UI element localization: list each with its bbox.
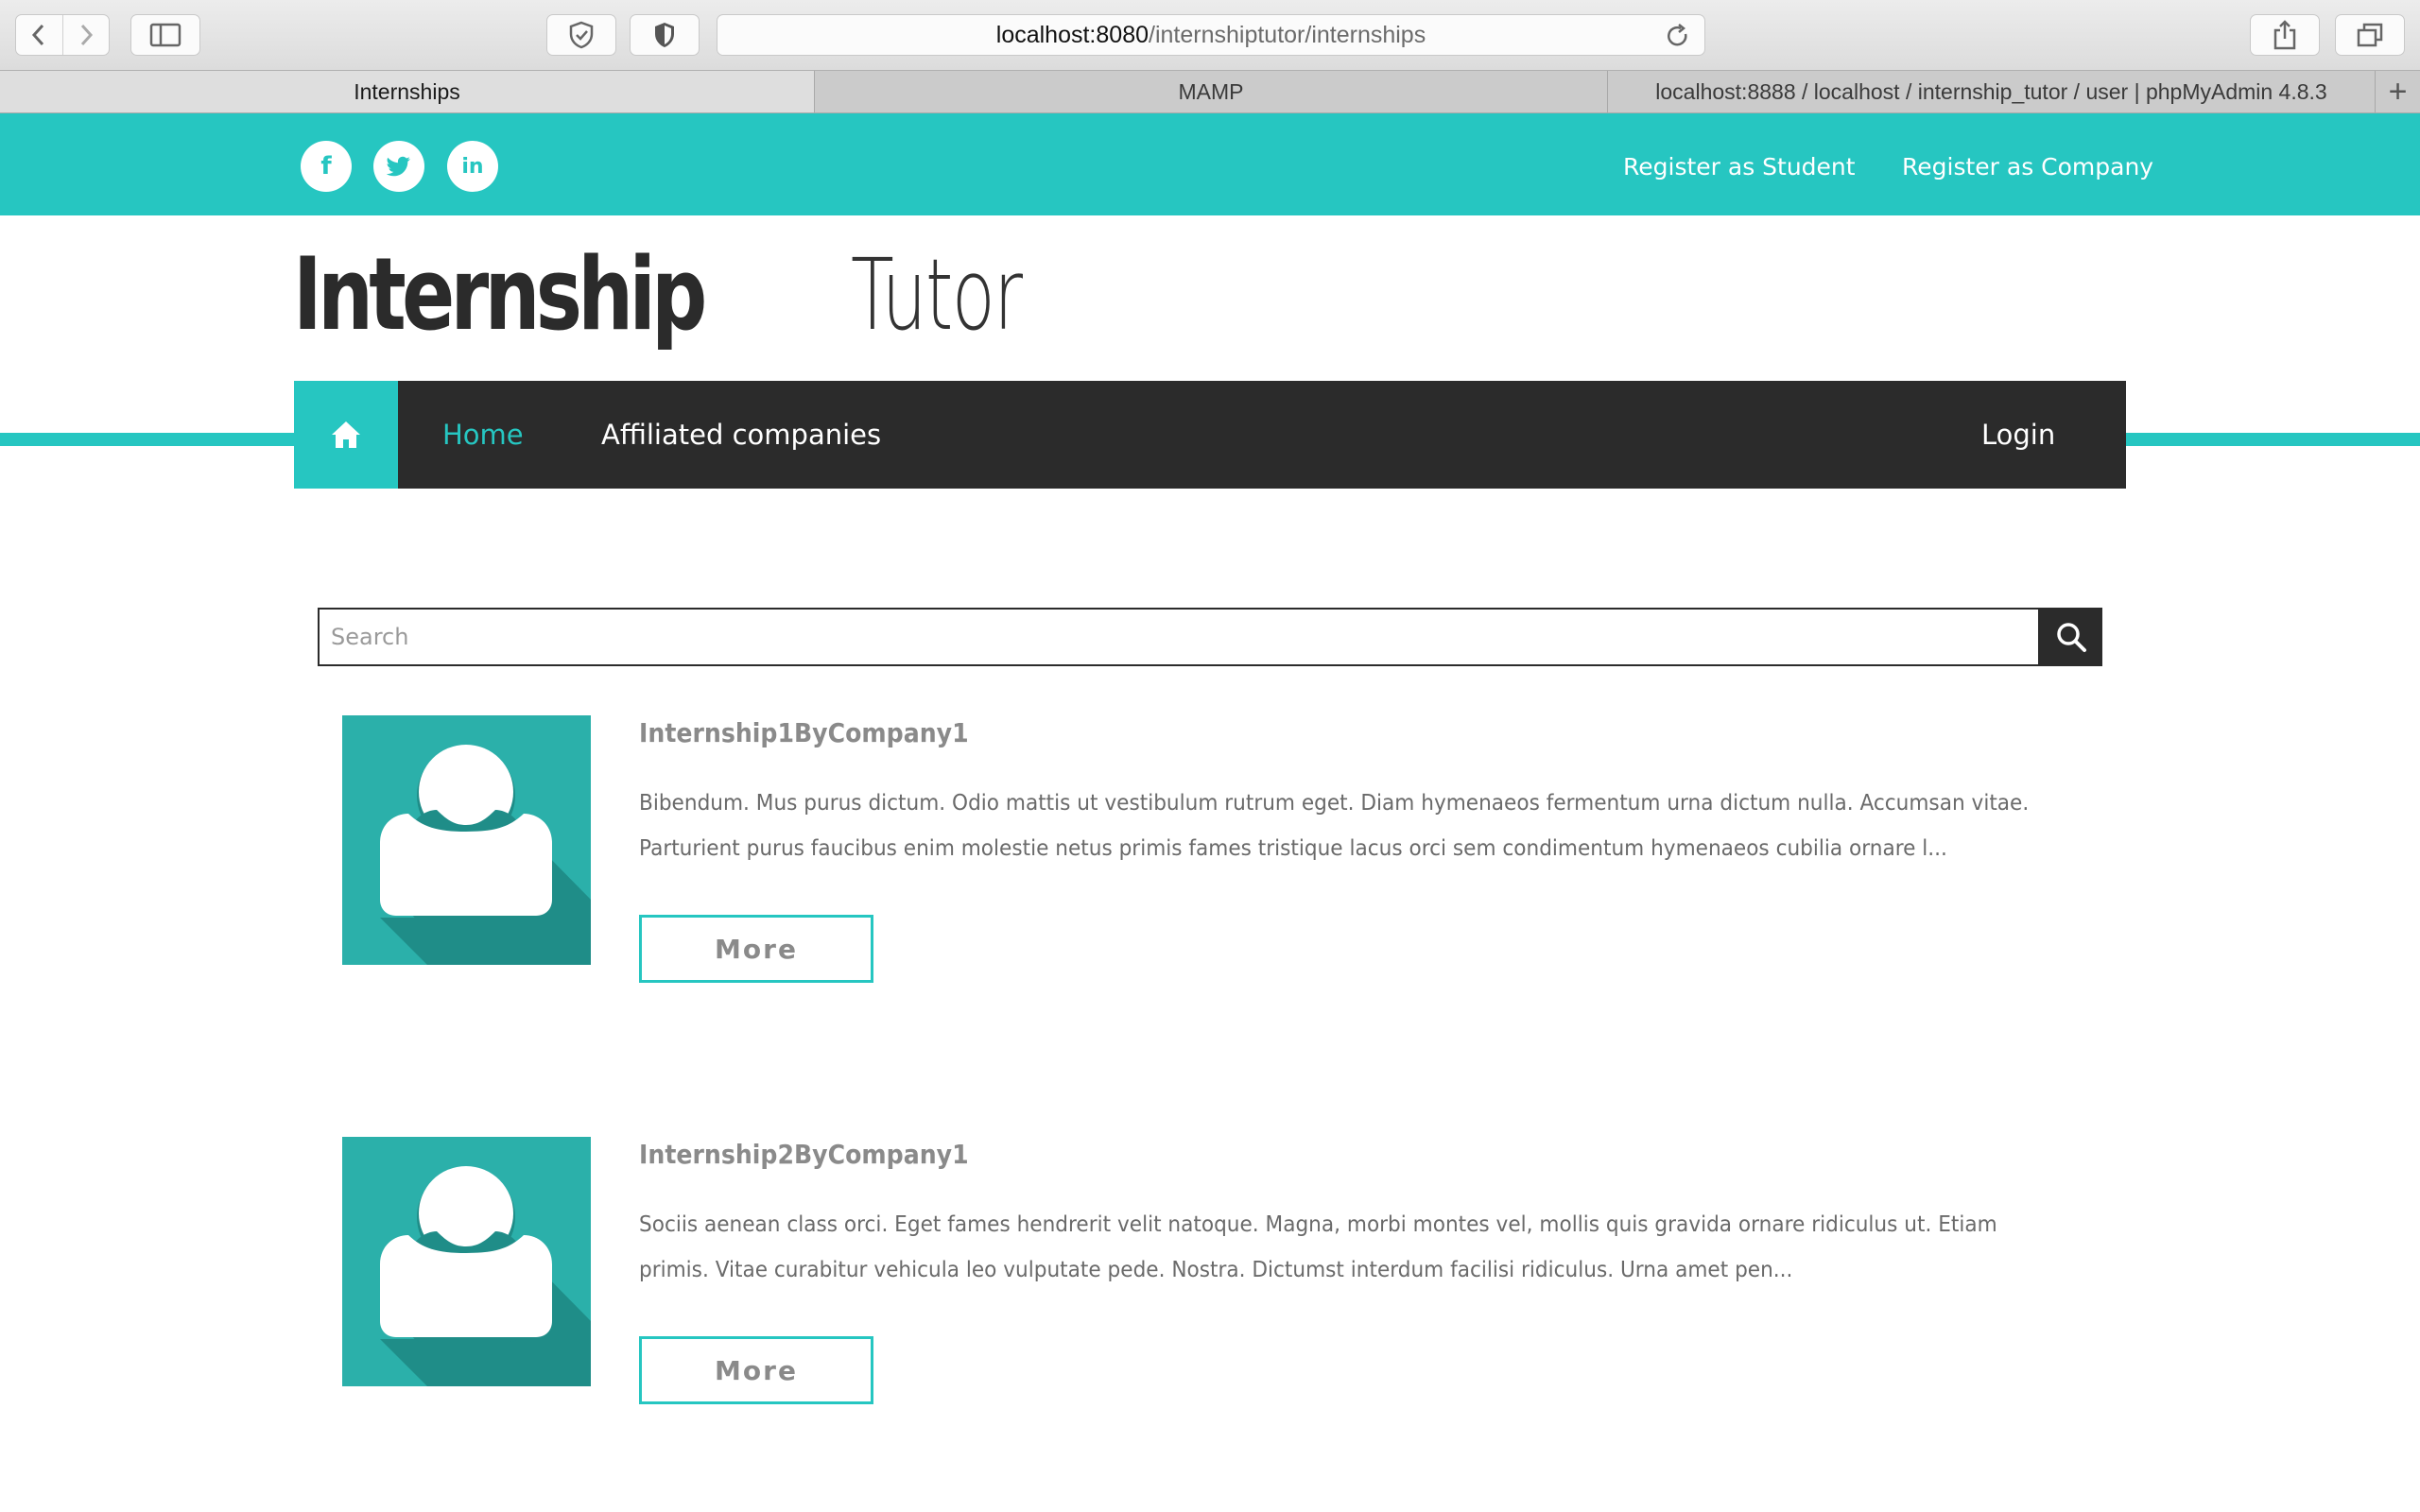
description-line: primis. Vitae curabitur vehicula leo vul… [639, 1256, 1793, 1282]
nav-login[interactable]: Login [1981, 419, 2055, 451]
tab-mamp[interactable]: MAMP [815, 71, 1608, 112]
search-button[interactable] [2040, 608, 2102, 666]
internship-title[interactable]: Internship2ByCompany1 [639, 1139, 969, 1170]
search-icon [2057, 623, 2086, 652]
description-line: Sociis aenean class orci. Eget fames hen… [639, 1211, 1997, 1237]
back-icon[interactable] [16, 15, 62, 55]
linkedin-icon[interactable]: in [447, 141, 498, 192]
address-bar[interactable]: localhost:8080/internshiptutor/internshi… [717, 14, 1705, 56]
tab-phpmyadmin[interactable]: localhost:8888 / localhost / internship_… [1608, 71, 2376, 112]
nav-affiliated-companies[interactable]: Affiliated companies [601, 419, 881, 451]
logo-bold-text: Internship [293, 236, 707, 352]
url-host: localhost:8080 [995, 21, 1149, 48]
internship-list-item: Internship1ByCompany1 Bibendum. Mus puru… [342, 715, 2119, 999]
tab-strip: Internships MAMP localhost:8888 / localh… [0, 70, 2420, 113]
register-student-link[interactable]: Register as Student [1623, 153, 1856, 180]
internship-list-item: Internship2ByCompany1 Sociis aenean clas… [342, 1137, 2119, 1420]
shield-check-icon[interactable] [546, 14, 616, 56]
reload-icon[interactable] [1665, 23, 1691, 56]
more-button[interactable]: More [639, 1336, 873, 1404]
new-tab-button[interactable]: + [2376, 71, 2420, 112]
browser-toolbar: localhost:8080/internshiptutor/internshi… [0, 0, 2420, 70]
share-icon[interactable] [2250, 14, 2320, 56]
sidebar-toggle-icon[interactable] [130, 14, 200, 56]
register-company-link[interactable]: Register as Company [1902, 153, 2153, 180]
site-logo[interactable]: Internship Tutor [293, 236, 1088, 369]
nav-home[interactable]: Home [442, 419, 524, 451]
forward-icon[interactable] [61, 15, 109, 55]
twitter-icon[interactable] [373, 141, 424, 192]
main-nav: Home Affiliated companies Login [294, 381, 2126, 489]
facebook-icon[interactable]: f [301, 141, 352, 192]
search-input[interactable] [318, 608, 2040, 666]
internship-description: Bibendum. Mus purus dictum. Odio mattis … [639, 780, 2114, 870]
home-icon[interactable] [294, 381, 398, 489]
description-line: Bibendum. Mus purus dictum. Odio mattis … [639, 789, 2030, 816]
internship-description: Sociis aenean class orci. Eget fames hen… [639, 1201, 2114, 1292]
tab-internships[interactable]: Internships [0, 71, 815, 112]
search-bar [318, 608, 2102, 666]
history-nav [15, 14, 110, 56]
more-button[interactable]: More [639, 915, 873, 983]
tab-overview-icon[interactable] [2335, 14, 2405, 56]
user-avatar-icon [342, 1137, 591, 1386]
site-topbar: f in Register as Student Register as Com… [0, 113, 2420, 215]
user-avatar-icon [342, 715, 591, 965]
description-line: Parturient purus faucibus enim molestie … [639, 834, 1947, 861]
url-path: /internshiptutor/internships [1149, 21, 1426, 48]
internship-title[interactable]: Internship1ByCompany1 [639, 717, 969, 748]
logo-light-text: Tutor [851, 237, 1023, 352]
privacy-shield-icon[interactable] [630, 14, 700, 56]
